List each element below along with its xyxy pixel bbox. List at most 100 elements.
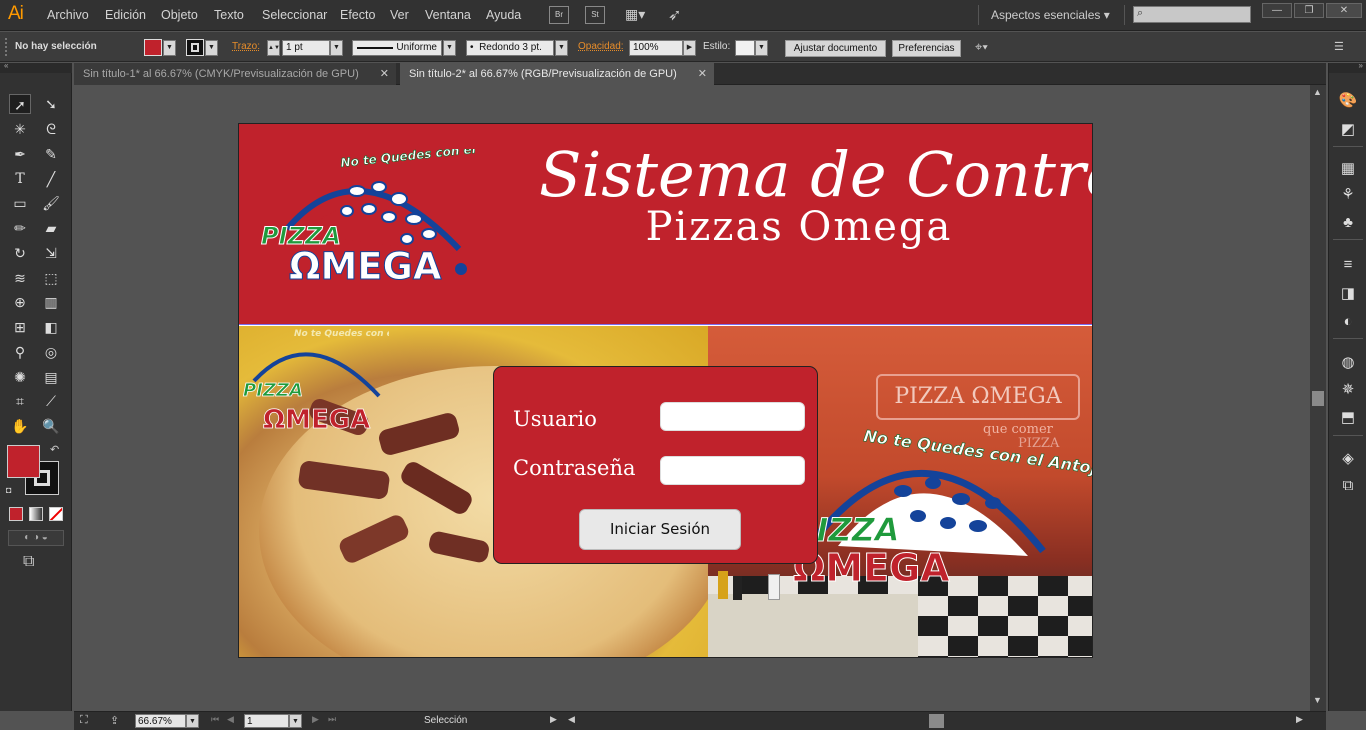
gradient-mode-icon[interactable] (29, 507, 43, 521)
close-button[interactable]: ✕ (1326, 3, 1362, 18)
restore-button[interactable]: ❐ (1294, 3, 1324, 18)
color-panel-icon[interactable]: 🎨 (1338, 91, 1358, 111)
status-menu-icon[interactable]: ▶ (550, 714, 557, 725)
magic-wand-tool-icon[interactable]: ✳ (9, 119, 31, 139)
swatches-panel-icon[interactable]: ▦ (1338, 159, 1358, 179)
default-colors-icon[interactable]: ◘ (6, 485, 11, 495)
gpu-performance-icon[interactable]: ➶ (668, 5, 681, 25)
scroll-up-icon[interactable]: ▲ (1313, 87, 1322, 97)
page-field[interactable]: 1 (244, 714, 289, 728)
gradient-panel-icon[interactable]: ◨ (1338, 284, 1358, 304)
pen-tool-icon[interactable]: ✒ (9, 144, 31, 164)
scale-tool-icon[interactable]: ⇲ (40, 243, 62, 263)
asset-export-icon[interactable]: ⬒ (1338, 408, 1358, 428)
eyedropper-tool-icon[interactable]: ⚲ (9, 342, 31, 362)
rotate-tool-icon[interactable]: ↻ (9, 243, 31, 263)
arrange-documents-icon[interactable]: ▦▾ (625, 6, 651, 24)
line-tool-icon[interactable]: ╱ (40, 169, 62, 189)
drawing-modes-icon[interactable]: ◐ ◑ ◒ (8, 530, 64, 546)
bridge-button[interactable]: Br (549, 6, 569, 24)
artboards-panel-icon[interactable]: ⧉ (1338, 476, 1358, 496)
brush-field[interactable]: • Redondo 3 pt. (466, 40, 554, 56)
eraser-tool-icon[interactable]: ▰ (40, 218, 62, 238)
close-tab-icon[interactable]: ✕ (698, 63, 707, 85)
symbol-sprayer-tool-icon[interactable]: ✺ (9, 367, 31, 387)
stroke-weight-field[interactable]: 1 pt (282, 40, 330, 56)
stroke-label[interactable]: Trazo: (232, 41, 260, 52)
share-icon[interactable]: ⇪ (110, 714, 119, 727)
scroll-thumb[interactable] (1312, 391, 1324, 406)
stroke-swatch[interactable] (186, 39, 204, 56)
password-input[interactable] (660, 456, 805, 485)
menu-ayuda[interactable]: Ayuda (486, 8, 521, 22)
style-dropdown-icon[interactable]: ▼ (755, 40, 768, 56)
direct-selection-tool-icon[interactable]: ➘ (40, 94, 62, 114)
brush-dropdown-icon[interactable]: ▼ (555, 40, 568, 56)
color-mode-icon[interactable] (9, 507, 23, 521)
grip-handle[interactable] (5, 38, 7, 56)
scroll-down-icon[interactable]: ▼ (1313, 695, 1322, 705)
type-tool-icon[interactable]: T (9, 169, 31, 189)
artboard-tool-icon[interactable]: ⌗ (9, 391, 31, 411)
stock-button[interactable]: St (585, 6, 605, 24)
last-page-icon[interactable]: ⏭ (328, 714, 336, 725)
document-setup-button[interactable]: Ajustar documento (785, 40, 886, 57)
zoom-field[interactable]: 66.67% (135, 714, 186, 728)
fill-swatch[interactable] (144, 39, 162, 56)
paintbrush-tool-icon[interactable]: 🖌 (40, 193, 62, 213)
perspective-grid-tool-icon[interactable]: ▥ (40, 292, 62, 312)
free-transform-tool-icon[interactable]: ⬚ (40, 268, 62, 288)
opacity-field[interactable]: 100% (629, 40, 683, 56)
shape-builder-tool-icon[interactable]: ⊕ (9, 292, 31, 312)
stroke-panel-icon[interactable]: ≡ (1338, 255, 1358, 275)
transparency-panel-icon[interactable]: ◐ (1338, 312, 1358, 332)
zoom-tool-icon[interactable]: 🔍 (40, 416, 62, 436)
rectangle-tool-icon[interactable]: ▭ (9, 193, 31, 213)
workspace-switcher[interactable]: Aspectos esenciales ▾ (991, 8, 1110, 22)
menu-objeto[interactable]: Objeto (161, 8, 198, 22)
style-swatch[interactable] (735, 40, 755, 56)
prev-page-icon[interactable]: ◀ (227, 714, 234, 725)
stroke-weight-dropdown-icon[interactable]: ▼ (330, 40, 343, 56)
column-graph-tool-icon[interactable]: ▤ (40, 367, 62, 387)
opacity-label[interactable]: Opacidad: (578, 41, 624, 52)
preferences-button[interactable]: Preferencias (892, 40, 961, 57)
page-dropdown-icon[interactable]: ▼ (289, 714, 302, 728)
mesh-tool-icon[interactable]: ⊞ (9, 317, 31, 337)
horizontal-scroll-thumb[interactable] (929, 714, 944, 728)
scroll-right-icon[interactable]: ▶ (1296, 714, 1303, 725)
blend-tool-icon[interactable]: ◎ (40, 342, 62, 362)
next-page-icon[interactable]: ▶ (312, 714, 319, 725)
menu-archivo[interactable]: Archivo (47, 8, 89, 22)
zoom-dropdown-icon[interactable]: ▼ (186, 714, 199, 728)
arrange-icon[interactable]: ⌖▾ (975, 39, 988, 55)
fill-color-swatch[interactable] (7, 445, 40, 478)
curvature-tool-icon[interactable]: ✎ (40, 144, 62, 164)
swap-colors-icon[interactable]: ↶ (50, 443, 59, 456)
close-tab-icon[interactable]: ✕ (380, 63, 389, 85)
none-mode-icon[interactable] (49, 507, 63, 521)
slice-tool-icon[interactable]: ⟋ (40, 391, 62, 411)
warp-tool-icon[interactable]: ≋ (9, 268, 31, 288)
lasso-tool-icon[interactable]: ᘓ (40, 119, 62, 139)
menu-texto[interactable]: Texto (214, 8, 244, 22)
color-guide-icon[interactable]: ◩ (1338, 120, 1358, 140)
gradient-tool-icon[interactable]: ◧ (40, 317, 62, 337)
hand-tool-icon[interactable]: ✋ (9, 416, 31, 436)
menu-edicion[interactable]: Edición (105, 8, 146, 22)
minimize-button[interactable]: — (1262, 3, 1292, 18)
brushes-panel-icon[interactable]: ⚘ (1338, 185, 1358, 205)
graphic-styles-icon[interactable]: ✵ (1338, 380, 1358, 400)
stroke-dropdown-icon[interactable]: ▼ (205, 40, 218, 56)
screen-mode-icon[interactable]: ⧉ (23, 553, 34, 571)
appearance-panel-icon[interactable]: ◍ (1338, 353, 1358, 373)
panel-menu-icon[interactable]: ☰ (1334, 40, 1344, 53)
pencil-tool-icon[interactable]: ✏ (9, 218, 31, 238)
first-page-icon[interactable]: ⏮ (211, 714, 219, 725)
menu-ver[interactable]: Ver (390, 8, 409, 22)
fit-screen-icon[interactable]: ⛶ (80, 714, 88, 727)
expand-icon[interactable]: » (1359, 61, 1363, 70)
vertical-scrollbar[interactable]: ▲ ▼ (1310, 85, 1326, 711)
layers-panel-icon[interactable]: ◈ (1338, 449, 1358, 469)
tab-document-1[interactable]: Sin título-1* al 66.67% (CMYK/Previsuali… (74, 63, 396, 85)
